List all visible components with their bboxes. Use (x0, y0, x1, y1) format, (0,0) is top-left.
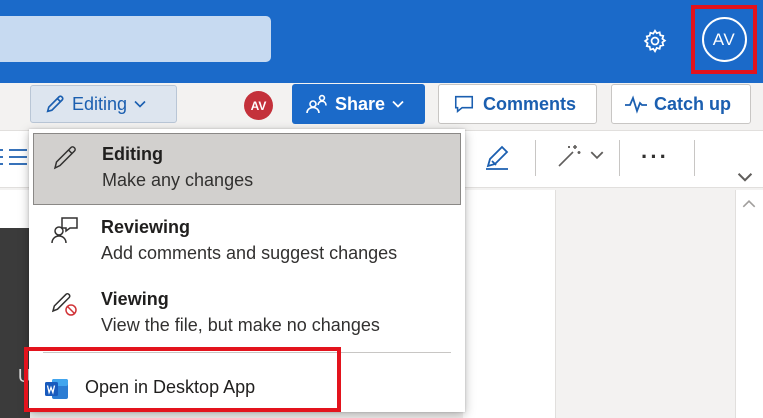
more-options-button[interactable]: ··· (633, 144, 677, 170)
menu-item-description: Make any changes (102, 170, 254, 190)
magic-wand-icon[interactable] (555, 142, 583, 170)
chevron-up-icon[interactable] (741, 196, 757, 212)
menu-item-reviewing[interactable]: Reviewing Add comments and suggest chang… (33, 207, 461, 279)
share-button[interactable]: Share (292, 84, 425, 124)
pencil-icon (53, 146, 76, 170)
catch-up-button[interactable]: Catch up (611, 84, 751, 124)
document-image (0, 228, 30, 418)
editing-mode-button[interactable]: Editing (30, 85, 177, 123)
viewing-icon (51, 292, 77, 316)
comment-icon (454, 95, 474, 113)
vertical-scrollbar[interactable] (735, 190, 763, 418)
menu-item-editing[interactable]: Editing Make any changes (33, 133, 461, 205)
chevron-down-icon (134, 100, 146, 108)
open-in-desktop-app[interactable]: Open in Desktop App (29, 369, 465, 407)
menu-item-title: Viewing (101, 289, 169, 309)
word-icon (45, 379, 68, 399)
activity-pulse-icon (625, 95, 647, 114)
comments-button[interactable]: Comments (438, 84, 597, 124)
pencil-icon (46, 95, 64, 113)
ribbon-separator (694, 140, 695, 176)
chevron-down-icon[interactable] (589, 147, 605, 163)
menu-divider (43, 352, 451, 353)
account-avatar[interactable]: AV (701, 17, 747, 62)
chevron-down-icon (392, 100, 404, 108)
open-in-desktop-label: Open in Desktop App (85, 377, 256, 397)
catch-up-label: Catch up (654, 93, 732, 114)
document-canvas (555, 190, 735, 418)
share-label: Share (335, 93, 386, 114)
account-avatar-highlight[interactable]: AV (691, 5, 757, 74)
search-box[interactable] (0, 16, 271, 62)
menu-item-description: View the file, but make no changes (101, 315, 380, 335)
settings-button[interactable] (639, 25, 671, 57)
share-people-icon (306, 94, 327, 114)
editing-mode-menu: Editing Make any changes Reviewing Add c… (29, 129, 465, 412)
bullet-list-icon[interactable] (0, 142, 30, 172)
menu-item-description: Add comments and suggest changes (101, 243, 398, 263)
comments-label: Comments (483, 93, 577, 114)
document-page (463, 190, 555, 418)
chevron-down-icon[interactable] (736, 168, 754, 186)
gear-icon (643, 29, 667, 53)
collaborator-avatar[interactable]: AV (244, 91, 273, 120)
menu-item-title: Reviewing (101, 217, 191, 237)
menu-item-viewing[interactable]: Viewing View the file, but make no chang… (33, 279, 461, 351)
menu-item-title: Editing (102, 144, 163, 164)
reviewing-icon (51, 217, 78, 244)
ribbon-separator (535, 140, 536, 176)
editor-pen-icon[interactable] (482, 142, 512, 172)
document-page-edge (0, 190, 30, 228)
ribbon-separator (619, 140, 620, 176)
editing-mode-label: Editing (72, 93, 128, 114)
